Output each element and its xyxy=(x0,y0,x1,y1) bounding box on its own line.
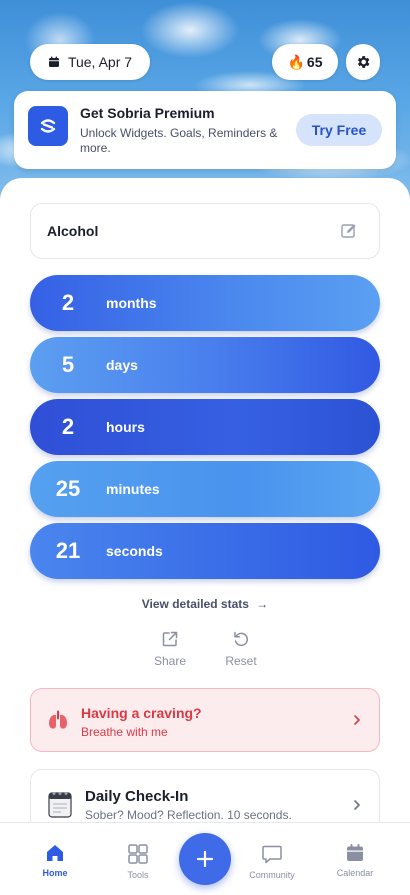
chevron-right-icon xyxy=(354,715,360,725)
counter-value: 2 xyxy=(61,414,75,439)
counter-months: 2 months xyxy=(30,275,380,331)
nav-calendar-label: Calendar xyxy=(336,868,374,878)
premium-subtitle: Unlock Widgets. Goals, Reminders & more. xyxy=(80,126,278,155)
reset-label: Reset xyxy=(225,654,257,668)
counter-unit: months xyxy=(106,295,157,311)
date-label: Tue, Apr 7 xyxy=(67,54,133,70)
counter-seconds: 21 seconds xyxy=(30,523,380,579)
flame-icon: 🔥 xyxy=(287,54,305,70)
counter-minutes: 25 minutes xyxy=(30,461,380,517)
calendar-pad-icon xyxy=(48,792,72,818)
craving-title: Having a craving? xyxy=(81,705,202,721)
counter-unit: hours xyxy=(106,419,145,435)
nav-tools-label: Tools xyxy=(127,870,149,880)
share-label: Share xyxy=(153,654,187,668)
chevron-right-icon xyxy=(354,800,360,810)
check-in-title: Daily Check-In xyxy=(85,788,189,805)
counter-hours: 2 hours xyxy=(30,399,380,455)
counter-unit: seconds xyxy=(106,543,163,559)
plus-icon xyxy=(196,850,214,868)
share-icon xyxy=(162,631,178,647)
sobriety-type-card[interactable]: Alcohol xyxy=(30,203,380,259)
craving-card[interactable]: Having a craving? Breathe with me xyxy=(30,688,380,752)
chat-bubble-icon xyxy=(262,845,282,864)
nav-community-label: Community xyxy=(249,870,295,880)
calendar-icon xyxy=(347,844,363,861)
arrow-right-icon: → xyxy=(256,597,269,611)
premium-title: Get Sobria Premium xyxy=(80,105,215,121)
counter-value: 21 xyxy=(55,538,81,563)
counter-days: 5 days xyxy=(30,337,380,393)
streak-pill[interactable]: 🔥 65 xyxy=(272,44,338,80)
reset-icon xyxy=(234,631,249,647)
gear-icon xyxy=(357,56,370,68)
stats-link-label: View detailed stats xyxy=(141,597,249,611)
counter-value: 2 xyxy=(61,290,75,315)
settings-button[interactable] xyxy=(346,44,380,80)
nav-calendar[interactable]: Calendar xyxy=(320,843,390,878)
counter-unit: days xyxy=(106,357,138,373)
view-detailed-stats-link[interactable]: View detailed stats → xyxy=(0,597,410,611)
share-button[interactable]: Share xyxy=(140,630,200,668)
counter-value: 25 xyxy=(55,476,81,501)
counter-unit: minutes xyxy=(106,481,160,497)
calendar-icon xyxy=(48,56,59,67)
nav-home[interactable]: Home xyxy=(20,843,90,878)
check-in-subtitle: Sober? Mood? Reflection. 10 seconds. xyxy=(85,808,292,822)
streak-count: 65 xyxy=(306,54,323,70)
nav-community[interactable]: Community xyxy=(237,843,307,880)
sobria-logo-icon xyxy=(28,106,68,146)
sobriety-type-label: Alcohol xyxy=(47,223,99,239)
nav-home-label: Home xyxy=(42,868,68,878)
reset-button[interactable]: Reset xyxy=(211,630,271,668)
lungs-icon xyxy=(49,710,67,729)
home-icon xyxy=(47,845,63,861)
date-pill[interactable]: Tue, Apr 7 xyxy=(30,44,150,80)
pencil-icon[interactable] xyxy=(339,221,359,241)
try-free-button[interactable]: Try Free xyxy=(296,114,382,146)
premium-banner[interactable]: Get Sobria Premium Unlock Widgets. Goals… xyxy=(14,91,396,169)
counter-value: 5 xyxy=(61,352,75,377)
nav-tools[interactable]: Tools xyxy=(103,843,173,880)
grid-icon xyxy=(128,844,148,864)
add-button[interactable] xyxy=(179,833,231,885)
craving-subtitle: Breathe with me xyxy=(81,725,168,739)
